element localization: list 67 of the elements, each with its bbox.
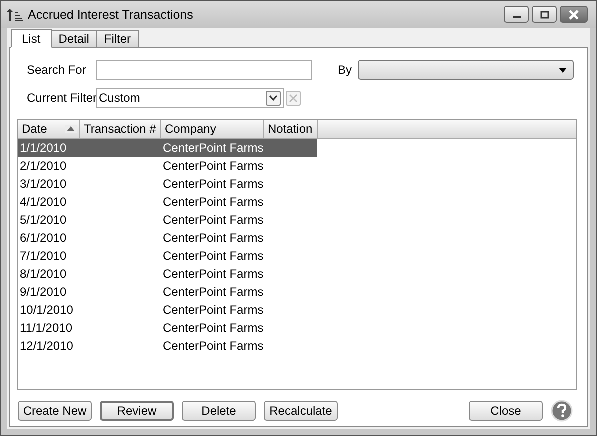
action-button[interactable]: Close [469, 401, 543, 421]
field-label: Current Filter [27, 91, 96, 105]
table-row[interactable]: 7/1/2010 CenterPoint Farms [18, 247, 317, 265]
table-cell-text: 12/1/2010 [19, 339, 74, 353]
close-button[interactable] [560, 6, 588, 23]
table-row[interactable]: 8/1/2010 CenterPoint Farms [18, 265, 317, 283]
table-cell-text: 3/1/2010 [19, 177, 68, 191]
action-button[interactable]: Review [100, 401, 174, 421]
table-cell-text: 11/1/2010 [19, 321, 74, 335]
action-button[interactable]: Create New [18, 401, 92, 421]
tab[interactable]: Detail [50, 30, 98, 47]
table-row[interactable]: 6/1/2010 CenterPoint Farms [18, 229, 317, 247]
table-cell-text: CenterPoint Farms [162, 213, 265, 227]
minimize-button[interactable] [504, 6, 529, 23]
table-row[interactable]: 9/1/2010 CenterPoint Farms [18, 283, 317, 301]
table-cell-text: 2/1/2010 [19, 159, 68, 173]
table-row[interactable]: 10/1/2010 CenterPoint Farms [18, 301, 317, 319]
help-icon[interactable] [551, 400, 573, 422]
table-cell-text: CenterPoint Farms [162, 177, 265, 191]
column-header[interactable]: Company [161, 120, 264, 138]
maximize-button[interactable] [532, 6, 557, 23]
table-row[interactable]: 5/1/2010 CenterPoint Farms [18, 211, 317, 229]
tab[interactable]: Filter [96, 30, 140, 47]
table-row[interactable]: 2/1/2010 CenterPoint Farms [18, 157, 317, 175]
table-cell-text: CenterPoint Farms [162, 141, 265, 155]
table-row[interactable]: 4/1/2010 CenterPoint Farms [18, 193, 317, 211]
table-cell-text: 6/1/2010 [19, 231, 68, 245]
table-cell-text: CenterPoint Farms [162, 195, 265, 209]
table-row[interactable]: 12/1/2010 CenterPoint Farms [18, 337, 317, 355]
clear-icon [289, 94, 298, 102]
dropdown-button[interactable] [266, 90, 281, 106]
table-cell-text: CenterPoint Farms [162, 339, 265, 353]
field-label: Search For [27, 63, 88, 77]
table-cell-text: CenterPoint Farms [162, 159, 265, 173]
app-icon [7, 8, 23, 22]
table-cell-text: CenterPoint Farms [162, 267, 265, 281]
table-row[interactable]: 3/1/2010 CenterPoint Farms [18, 175, 317, 193]
maximize-icon [540, 10, 550, 18]
close-icon [568, 10, 580, 20]
dropdown-arrow-icon [559, 68, 567, 72]
action-button[interactable]: Recalculate [264, 401, 338, 421]
table-cell-text: 10/1/2010 [19, 303, 74, 317]
by-dropdown[interactable] [358, 60, 574, 80]
table-row[interactable]: 11/1/2010 CenterPoint Farms [18, 319, 317, 337]
table-cell-text: CenterPoint Farms [162, 303, 265, 317]
column-header[interactable]: Notation [264, 120, 318, 138]
chevron-down-icon [269, 95, 278, 101]
table-cell-text: 8/1/2010 [19, 267, 68, 281]
table-cell-text: 9/1/2010 [19, 285, 68, 299]
sort-ascending-icon [65, 125, 77, 133]
column-header[interactable]: Transaction # [80, 120, 161, 138]
column-header[interactable]: Date [18, 120, 80, 138]
table-cell-text: CenterPoint Farms [162, 285, 265, 299]
table-cell-text: 4/1/2010 [19, 195, 68, 209]
tab[interactable]: List [11, 29, 52, 48]
window-title: Accrued Interest Transactions [28, 8, 194, 22]
table-cell-text: CenterPoint Farms [162, 321, 265, 335]
search-field[interactable] [96, 60, 312, 80]
filter-field[interactable]: Custom [96, 88, 284, 108]
field-label: By [338, 63, 352, 77]
table-cell-text: CenterPoint Farms [162, 231, 265, 245]
table-row[interactable]: 1/1/2010 CenterPoint Farms [18, 139, 317, 157]
table-cell-text: CenterPoint Farms [162, 249, 265, 263]
table-cell-text: 5/1/2010 [19, 213, 68, 227]
table-cell-text: 7/1/2010 [19, 249, 68, 263]
action-button[interactable]: Delete [182, 401, 256, 421]
table-cell-text: 1/1/2010 [19, 141, 68, 155]
